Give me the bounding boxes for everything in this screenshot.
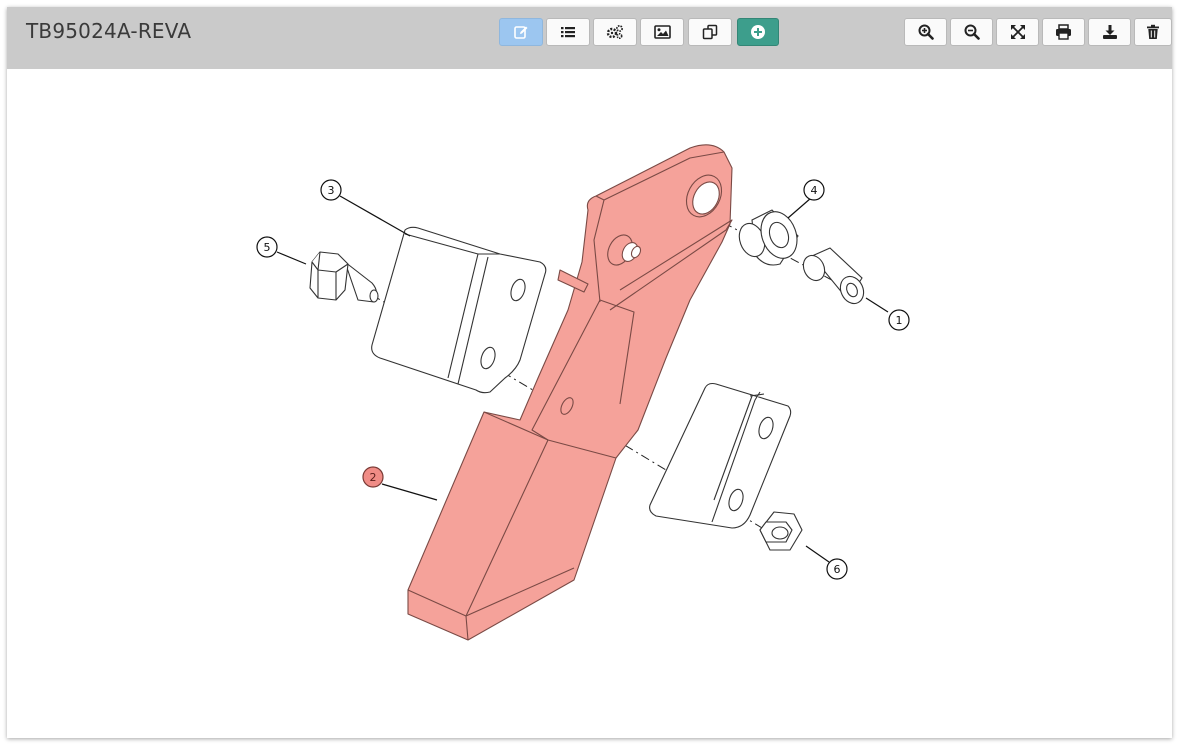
print-icon	[1056, 24, 1071, 40]
drawing-canvas[interactable]: 1 2 3 4 5 6	[7, 69, 1172, 738]
callout-6[interactable]: 6	[826, 558, 848, 580]
app-window: TB95024A-REVA 1 2 3 4 5 6	[7, 7, 1172, 738]
parts-list-button[interactable]	[546, 18, 590, 46]
svg-text:6: 6	[834, 563, 841, 576]
download-icon	[1102, 25, 1117, 39]
svg-text:1: 1	[896, 314, 903, 327]
clone-icon	[702, 24, 718, 40]
pin	[802, 247, 865, 305]
print-button[interactable]	[1042, 18, 1085, 46]
edit-icon	[514, 26, 528, 39]
delete-button[interactable]	[1134, 18, 1172, 46]
svg-text:4: 4	[811, 184, 818, 197]
zoom-out-icon	[964, 24, 980, 40]
plus-circle-icon	[751, 25, 765, 39]
document-title: TB95024A-REVA	[26, 19, 192, 43]
image-icon	[653, 25, 671, 39]
spacer	[738, 209, 799, 266]
fit-to-screen-icon	[1010, 25, 1025, 39]
callout-1[interactable]: 1	[888, 309, 910, 331]
callout-5[interactable]: 5	[256, 236, 278, 258]
nut	[759, 511, 803, 551]
bracket-right	[649, 382, 792, 529]
clone-button[interactable]	[688, 18, 732, 46]
cogs-icon	[606, 25, 623, 40]
callout-4[interactable]: 4	[803, 179, 825, 201]
shank-part-highlighted	[407, 144, 733, 641]
header-bar: TB95024A-REVA	[7, 7, 1172, 69]
svg-text:3: 3	[328, 184, 335, 197]
svg-text:2: 2	[370, 471, 377, 484]
exploded-assembly-drawing: 1 2 3 4 5 6	[256, 144, 910, 641]
download-button[interactable]	[1088, 18, 1131, 46]
image-button[interactable]	[640, 18, 684, 46]
zoom-in-button[interactable]	[904, 18, 947, 46]
bracket-left	[371, 226, 547, 394]
fit-to-screen-button[interactable]	[996, 18, 1039, 46]
trash-icon	[1147, 24, 1159, 39]
edit-button[interactable]	[499, 18, 543, 46]
callout-3[interactable]: 3	[320, 179, 342, 201]
zoom-out-button[interactable]	[950, 18, 993, 46]
list-icon	[561, 27, 575, 38]
zoom-in-icon	[918, 24, 934, 40]
add-button[interactable]	[737, 18, 779, 46]
settings-button[interactable]	[593, 18, 637, 46]
callout-2[interactable]: 2	[362, 466, 384, 488]
svg-text:5: 5	[264, 241, 271, 254]
bolt	[309, 251, 379, 303]
